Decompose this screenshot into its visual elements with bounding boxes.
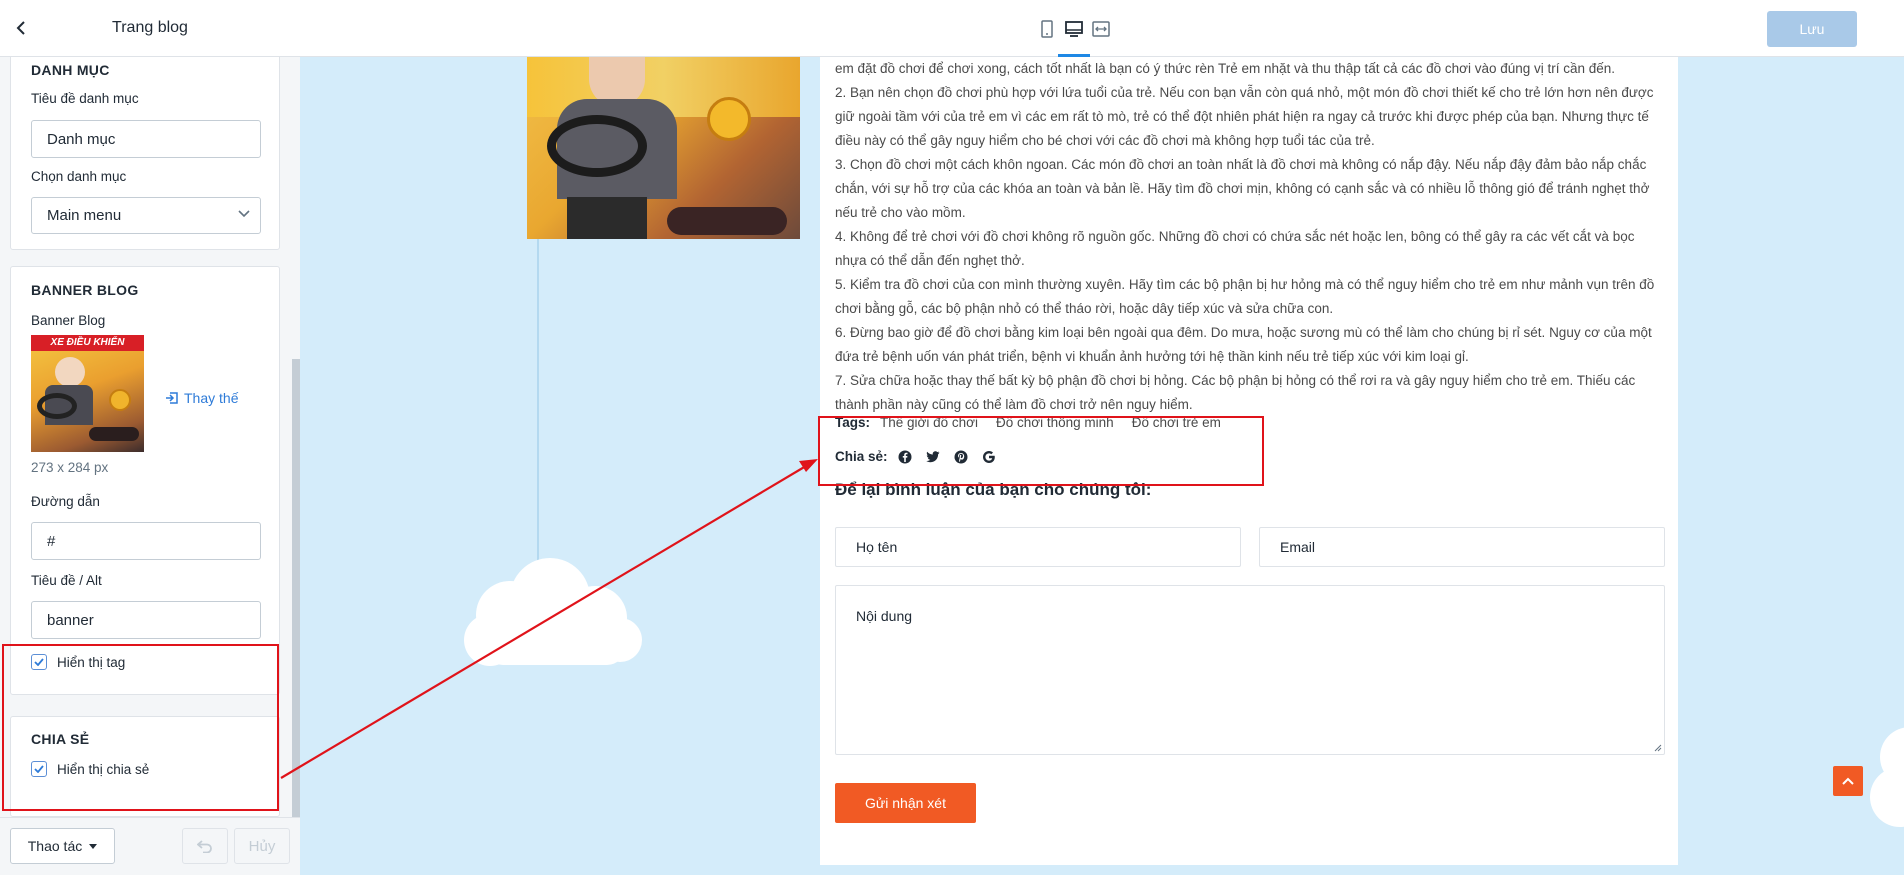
annotation-box-sidebar — [2, 644, 279, 811]
award-badge-icon — [707, 97, 751, 141]
sidebar-title: Trang blog — [112, 19, 188, 36]
undo-icon — [197, 840, 212, 853]
scroll-to-top-button[interactable] — [1833, 766, 1863, 796]
actions-dropdown-button[interactable]: Thao tác — [10, 828, 115, 864]
link-input[interactable]: # — [31, 522, 261, 560]
resize-handle-icon — [1654, 744, 1662, 752]
toy-car — [89, 427, 139, 441]
category-select-value: Main menu — [47, 207, 122, 224]
banner-blog-card: BANNER BLOG Banner Blog XE ĐIỀU KHIỂN Th… — [10, 266, 280, 695]
sidebar-scrollbar-thumb[interactable] — [292, 359, 300, 817]
banner-image-label: Banner Blog — [31, 313, 106, 328]
mobile-icon — [1041, 20, 1053, 38]
editor-topbar: Lưu — [300, 0, 1904, 57]
blog-article-image — [527, 57, 800, 239]
article-paragraph: 2. Bạn nên chọn đồ chơi phù hợp với lứa … — [835, 85, 1654, 148]
email-input[interactable]: Email — [1259, 527, 1665, 567]
fullwidth-icon — [1092, 21, 1110, 37]
child-face — [55, 357, 85, 387]
category-title-input[interactable]: Danh mục — [31, 120, 261, 158]
replace-label: Thay thế — [184, 390, 239, 406]
name-input[interactable]: Họ tên — [835, 527, 1241, 567]
cloud-decoration — [464, 558, 642, 666]
cloud-decoration-right — [1870, 727, 1904, 827]
article-paragraph: 6. Đừng bao giờ để đồ chơi bằng kim loại… — [835, 325, 1652, 364]
sidebar-scrollbar[interactable] — [291, 57, 300, 817]
article-paragraph: 4. Không để trẻ chơi với đồ chơi không r… — [835, 229, 1635, 268]
article-paragraph: 5. Kiểm tra đồ chơi của con mình thường … — [835, 277, 1655, 316]
article-paragraph: 3. Chọn đồ chơi một cách khôn ngoan. Các… — [835, 157, 1650, 220]
award-badge-icon — [109, 389, 131, 411]
category-card-heading: DANH MỤC — [31, 62, 110, 78]
article-paragraph: 7. Sửa chữa hoặc thay thế bất kỳ bộ phận… — [835, 373, 1636, 412]
chevron-down-icon — [238, 210, 250, 218]
mobile-view-button[interactable] — [1036, 18, 1058, 40]
category-card: DANH MỤC Tiêu đề danh mục Danh mục Chọn … — [10, 57, 280, 250]
article-content: em đặt đồ chơi để chơi xong, cách tốt nh… — [835, 57, 1665, 417]
category-title-label: Tiêu đề danh mục — [31, 91, 139, 106]
ride-on-car-base — [567, 197, 647, 239]
category-select[interactable]: Main menu — [31, 197, 261, 234]
fullwidth-view-button[interactable] — [1090, 18, 1112, 40]
sidebar-footer: Thao tác Hủy — [0, 817, 300, 875]
toy-sports-car — [667, 207, 787, 235]
undo-button[interactable] — [182, 828, 228, 864]
chevron-up-icon — [1842, 777, 1854, 785]
comment-content-placeholder: Nội dung — [856, 608, 913, 624]
desktop-icon — [1065, 21, 1083, 37]
cancel-button[interactable]: Hủy — [234, 828, 290, 864]
caret-down-icon — [89, 843, 98, 849]
alt-label: Tiêu đề / Alt — [31, 573, 102, 588]
alt-input[interactable]: banner — [31, 601, 261, 639]
replace-icon — [166, 392, 178, 404]
annotation-box-preview — [818, 416, 1264, 486]
category-select-label: Chọn danh mục — [31, 169, 127, 184]
steering-wheel — [37, 393, 77, 419]
submit-comment-button[interactable]: Gửi nhận xét — [835, 783, 976, 823]
banner-thumbnail[interactable]: XE ĐIỀU KHIỂN — [31, 335, 144, 452]
replace-image-link[interactable]: Thay thế — [165, 390, 238, 406]
link-label: Đường dẫn — [31, 494, 100, 509]
sidebar-header: Trang blog — [0, 0, 300, 57]
actions-label: Thao tác — [27, 838, 83, 854]
banner-thumbnail-caption: XE ĐIỀU KHIỂN — [31, 335, 144, 351]
steering-wheel-toy — [547, 115, 647, 177]
save-button[interactable]: Lưu — [1767, 11, 1857, 47]
article-paragraph: em đặt đồ chơi để chơi xong, cách tốt nh… — [835, 61, 1616, 76]
desktop-view-button[interactable] — [1063, 18, 1085, 40]
comment-content-textarea[interactable]: Nội dung — [835, 585, 1665, 755]
banner-size-text: 273 x 284 px — [31, 460, 109, 475]
banner-card-heading: BANNER BLOG — [31, 282, 139, 298]
